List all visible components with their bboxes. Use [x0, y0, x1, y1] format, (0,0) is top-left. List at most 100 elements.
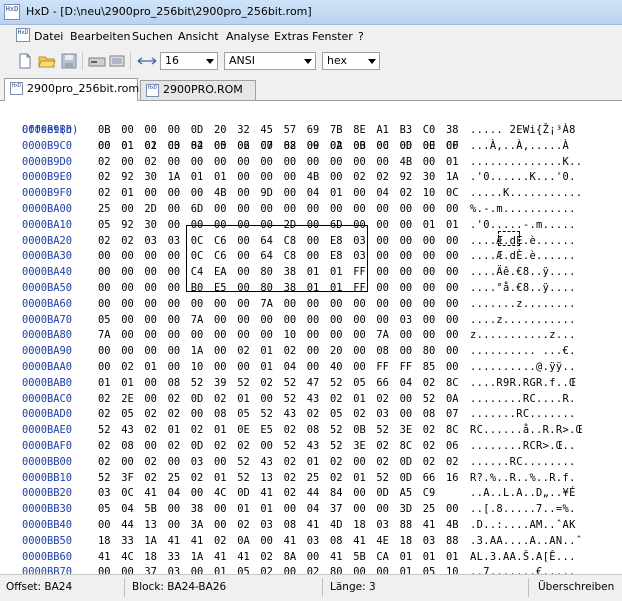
hex-byte[interactable]: 00 — [307, 154, 325, 170]
hex-byte[interactable]: 02 — [98, 169, 116, 185]
hex-byte[interactable]: 02 — [144, 406, 162, 422]
hex-byte[interactable]: 00 — [121, 122, 139, 138]
hex-byte[interactable]: 00 — [330, 201, 348, 217]
hex-byte[interactable]: 00 — [284, 201, 302, 217]
hex-byte[interactable]: 01 — [98, 375, 116, 391]
hex-byte[interactable]: 00 — [260, 533, 278, 549]
hex-byte[interactable]: 41 — [423, 517, 441, 533]
hex-byte[interactable]: 32 — [237, 122, 255, 138]
hex-byte[interactable]: 02 — [98, 233, 116, 249]
hex-byte[interactable]: 00 — [330, 154, 348, 170]
ascii-text[interactable]: ..A..L.A..D„..¥É — [470, 485, 576, 501]
hex-byte[interactable]: 4E — [376, 533, 394, 549]
hex-byte[interactable]: 01 — [330, 185, 348, 201]
hex-byte[interactable]: 00 — [353, 154, 371, 170]
hex-byte[interactable]: 00 — [330, 169, 348, 185]
hex-byte[interactable]: 02 — [423, 438, 441, 454]
hex-byte[interactable]: 02 — [98, 154, 116, 170]
hex-byte[interactable]: 00 — [376, 501, 394, 517]
hex-byte[interactable]: 00 — [121, 343, 139, 359]
hex-byte[interactable]: 00 — [98, 296, 116, 312]
hex-byte[interactable]: 5B — [144, 501, 162, 517]
hex-byte[interactable]: 00 — [144, 375, 162, 391]
hex-byte[interactable]: 00 — [214, 296, 232, 312]
open-folder-icon[interactable] — [38, 52, 56, 70]
hex-byte[interactable]: 00 — [260, 327, 278, 343]
menu-bearbeiten[interactable]: Bearbeiten — [70, 30, 130, 43]
hex-byte[interactable]: 02 — [400, 185, 418, 201]
hex-byte[interactable]: 00 — [423, 327, 441, 343]
hex-byte[interactable]: 02 — [98, 185, 116, 201]
hex-byte[interactable]: 4C — [214, 485, 232, 501]
hex-editor[interactable]: Offset(h) 00 01 02 03 04 05 06 07 08 09 0A 0B 0C 0D 0E… — [0, 101, 622, 574]
hex-byte[interactable]: 00 — [423, 312, 441, 328]
hex-byte[interactable]: 02 — [144, 454, 162, 470]
hex-byte[interactable]: 03 — [376, 406, 394, 422]
hex-byte[interactable]: 41 — [98, 549, 116, 565]
hex-byte[interactable]: 00 — [376, 201, 394, 217]
hex-byte[interactable]: 02 — [168, 406, 186, 422]
hex-byte[interactable]: 92 — [400, 169, 418, 185]
hex-byte[interactable]: 02 — [237, 138, 255, 154]
hex-byte[interactable]: 41 — [214, 549, 232, 565]
memory-icon[interactable] — [108, 52, 126, 70]
hex-byte[interactable]: 00 — [284, 564, 302, 574]
hex-byte[interactable]: 7A — [376, 327, 394, 343]
hex-byte[interactable]: 01 — [121, 138, 139, 154]
hex-byte[interactable]: 00 — [376, 312, 394, 328]
hex-byte[interactable]: 00 — [353, 501, 371, 517]
hex-byte[interactable]: 02 — [260, 549, 278, 565]
hex-byte[interactable]: 02 — [376, 438, 394, 454]
hex-byte[interactable]: 00 — [237, 296, 255, 312]
hex-byte[interactable]: 41 — [260, 485, 278, 501]
hex-byte[interactable]: 7A — [98, 327, 116, 343]
hex-byte[interactable]: 00 — [423, 280, 441, 296]
hex-byte[interactable]: 52 — [237, 470, 255, 486]
hex-byte[interactable]: 1A — [191, 549, 209, 565]
hex-byte[interactable]: 41 — [144, 485, 162, 501]
hex-byte[interactable]: 00 — [423, 233, 441, 249]
hex-byte[interactable]: 00 — [376, 154, 394, 170]
hex-byte[interactable]: 02 — [98, 454, 116, 470]
hex-byte[interactable]: C0 — [446, 138, 464, 154]
ascii-text[interactable]: ....Æ.dÈ.è...... — [470, 233, 576, 249]
hex-byte[interactable]: 16 — [446, 470, 464, 486]
hex-byte[interactable]: 01 — [121, 185, 139, 201]
hex-byte[interactable]: 04 — [121, 501, 139, 517]
hex-byte[interactable]: 01 — [353, 470, 371, 486]
hex-byte[interactable]: 00 — [423, 201, 441, 217]
hex-byte[interactable]: 00 — [400, 343, 418, 359]
hex-byte[interactable]: 00 — [121, 312, 139, 328]
hex-byte[interactable]: 41 — [191, 533, 209, 549]
hex-byte[interactable]: 00 — [400, 391, 418, 407]
ascii-text[interactable]: .'0.....-.m..... — [470, 217, 576, 233]
hex-byte[interactable]: 20 — [214, 122, 232, 138]
hex-byte[interactable]: 01 — [237, 391, 255, 407]
hex-byte[interactable]: 00 — [260, 169, 278, 185]
hex-byte[interactable]: 03 — [98, 485, 116, 501]
hex-byte[interactable]: 00 — [423, 154, 441, 170]
hex-byte[interactable]: 00 — [144, 296, 162, 312]
hex-byte[interactable]: 00 — [214, 359, 232, 375]
hex-byte[interactable]: 00 — [214, 501, 232, 517]
menu-analyse[interactable]: Analyse — [226, 30, 269, 43]
hex-byte[interactable]: 02 — [423, 422, 441, 438]
hex-byte[interactable]: 00 — [168, 154, 186, 170]
hex-byte[interactable]: 00 — [353, 564, 371, 574]
hex-byte[interactable]: 02 — [144, 422, 162, 438]
hex-byte[interactable]: 00 — [121, 327, 139, 343]
hex-byte[interactable]: 00 — [98, 343, 116, 359]
hex-byte[interactable]: 10 — [446, 564, 464, 574]
hex-byte[interactable]: 6D — [191, 201, 209, 217]
hex-byte[interactable]: 03 — [423, 533, 441, 549]
hex-byte[interactable]: 00 — [237, 154, 255, 170]
ascii-text[interactable]: R?.%..R..%..R.f. — [470, 470, 576, 486]
hex-byte[interactable]: 00 — [214, 517, 232, 533]
hex-byte[interactable]: 00 — [144, 327, 162, 343]
hex-byte[interactable]: 00 — [214, 312, 232, 328]
hex-byte[interactable]: 13 — [260, 470, 278, 486]
hex-byte[interactable]: 00 — [144, 343, 162, 359]
hex-byte[interactable]: 00 — [168, 517, 186, 533]
hex-byte[interactable]: 00 — [284, 169, 302, 185]
hex-byte[interactable]: 02 — [144, 154, 162, 170]
